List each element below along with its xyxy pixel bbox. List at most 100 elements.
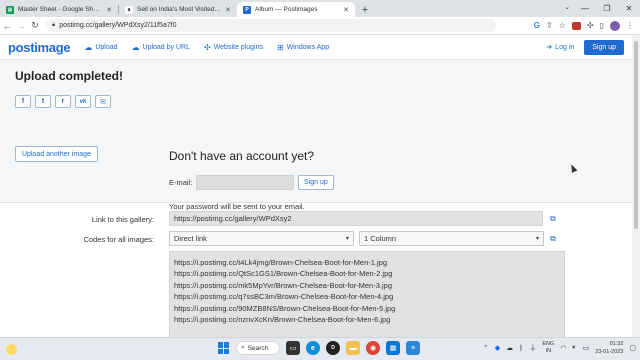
usb-icon[interactable]: ⏚ xyxy=(529,343,536,353)
tab-title: Album — Postimages xyxy=(255,6,318,13)
nav-upload[interactable]: ☁ Upload xyxy=(84,43,117,52)
dropbox-icon[interactable]: ◆ xyxy=(495,344,500,352)
columns-select[interactable]: 1 Column ▾ xyxy=(359,231,544,246)
new-tab-button[interactable]: + xyxy=(357,2,373,17)
windows-icon: ⊞ xyxy=(276,42,284,52)
nav-windows-app[interactable]: ⊞ Windows App xyxy=(277,43,329,52)
taskbar-search[interactable]: ⌕ Search xyxy=(236,341,280,355)
clock-time: 01:32 xyxy=(609,341,624,347)
system-clock[interactable]: 01:32 23-01-2023 xyxy=(595,340,623,356)
notification-icon[interactable]: ▢ xyxy=(629,344,636,352)
gallery-link-label: Link to this gallery: xyxy=(91,215,154,224)
google-lens-icon[interactable]: G xyxy=(534,21,540,30)
close-tab-icon[interactable]: ✕ xyxy=(225,6,231,14)
cloud-upload-icon: ☁ xyxy=(84,42,93,52)
code-line: https://i.postimg.cc/nznvXcKn/Brown-Chel… xyxy=(174,315,391,325)
login-link[interactable]: ➜ Log in xyxy=(546,43,574,52)
link-type-select[interactable]: Direct link ▾ xyxy=(169,231,354,246)
vk-icon[interactable]: vk xyxy=(75,95,91,108)
side-panel-icon[interactable]: ▯ xyxy=(600,21,604,30)
lock-icon[interactable]: 🔒︎ xyxy=(52,22,55,29)
upload-result-section: Upload completed! f t r vk ✉ Upload anot… xyxy=(0,60,632,211)
menu-dots-icon[interactable]: ⋮ xyxy=(626,21,634,30)
tab-title: Master Sheet - Google Sheets xyxy=(18,6,103,13)
edge-icon[interactable]: e xyxy=(306,341,320,355)
url-text: postimg.cc/gallery/WPdXsy2/11f5a7f0 xyxy=(59,22,177,29)
mail-icon[interactable]: ✉ xyxy=(95,95,111,108)
links-section: Link to this gallery: https://postimg.cc… xyxy=(0,203,632,337)
wifi-icon[interactable]: ◠ xyxy=(560,344,566,352)
notepad-icon[interactable]: ≡ xyxy=(406,341,420,355)
nav-label: Upload xyxy=(95,43,118,51)
scrollbar-thumb[interactable] xyxy=(634,41,638,229)
profile-avatar[interactable] xyxy=(610,20,620,31)
email-label: E-mail: xyxy=(169,178,193,187)
copy-icon[interactable]: ⧉ xyxy=(550,234,559,243)
chrome-icon[interactable]: ◉ xyxy=(366,341,380,355)
tab-title: Sell on India's Most Visited Shopp xyxy=(137,6,221,13)
back-icon[interactable]: ← xyxy=(0,21,14,31)
share-icon[interactable]: ⇪ xyxy=(546,21,553,30)
file-explorer-icon[interactable]: ▬ xyxy=(346,341,360,355)
share-buttons: f t r vk ✉ xyxy=(15,95,111,108)
facebook-icon[interactable]: f xyxy=(15,95,31,108)
codes-textarea[interactable]: https://i.postimg.cc/t4Lk4jmg/Brown-Chel… xyxy=(169,251,565,337)
onedrive-icon[interactable]: ☁ xyxy=(506,344,513,352)
start-button[interactable] xyxy=(218,342,230,354)
twitter-icon[interactable]: t xyxy=(35,95,51,108)
taskbar-apps: ⌕ Search ▭ e D ▬ ◉ ▦ ≡ xyxy=(218,341,420,355)
maximize-icon[interactable]: ❐ xyxy=(596,0,618,17)
tab-postimages[interactable]: P Album — Postimages ✕ xyxy=(237,2,355,17)
minimize-icon[interactable]: — xyxy=(574,0,596,17)
site-header: postimage ☁ Upload ☁ Upload by URL ✣ Web… xyxy=(0,35,632,60)
reddit-icon[interactable]: r xyxy=(55,95,71,108)
battery-icon[interactable]: ▭ xyxy=(583,344,590,352)
postimage-logo[interactable]: postimage xyxy=(8,40,71,55)
upload-another-button[interactable]: Upload another image xyxy=(15,146,98,162)
clock-date: 23-01-2023 xyxy=(595,349,624,355)
nav-label: Website plugins xyxy=(213,43,263,51)
language-indicator[interactable]: ENG IN xyxy=(542,341,554,355)
forward-icon[interactable]: → xyxy=(14,21,28,31)
signup-submit-button[interactable]: Sign up xyxy=(298,175,334,190)
extensions-puzzle-icon[interactable]: ✣ xyxy=(587,21,594,30)
nav-upload-by-url[interactable]: ☁ Upload by URL xyxy=(132,43,190,52)
puzzle-icon: ✣ xyxy=(203,42,211,52)
search-label: Search xyxy=(247,344,269,352)
gallery-link-field[interactable]: https://postimg.cc/gallery/WPdXsy2 xyxy=(169,211,543,226)
dell-icon[interactable]: D xyxy=(326,341,340,355)
copy-icon[interactable]: ⧉ xyxy=(550,214,559,223)
nav-website-plugins[interactable]: ✣ Website plugins xyxy=(204,43,263,52)
extension-icon[interactable] xyxy=(571,21,581,30)
reload-icon[interactable]: ↻ xyxy=(28,20,42,31)
weather-widget[interactable] xyxy=(6,343,17,355)
bookmark-star-icon[interactable]: ☆ xyxy=(559,21,566,30)
email-field[interactable] xyxy=(196,175,294,190)
close-tab-icon[interactable]: ✕ xyxy=(106,6,112,14)
tab-amazon-seller[interactable]: a Sell on India's Most Visited Shopp ✕ xyxy=(119,2,237,17)
address-bar[interactable]: 🔒︎ postimg.cc/gallery/WPdXsy2/11f5a7f0 xyxy=(46,19,496,32)
account-heading: Don't have an account yet? xyxy=(169,149,315,163)
search-icon: ⌕ xyxy=(241,344,245,351)
close-window-icon[interactable]: ✕ xyxy=(618,0,640,17)
nav-label: Upload by URL xyxy=(142,43,190,51)
postimages-icon: P xyxy=(243,5,251,14)
task-view-icon[interactable]: ▭ xyxy=(286,341,300,355)
google-sheets-icon: ▦ xyxy=(6,5,14,14)
toolbar-actions: G ⇪ ☆ ✣ ▯ ⋮ xyxy=(534,20,640,31)
volume-icon[interactable]: 🔈︎ xyxy=(572,344,576,352)
bluetooth-icon[interactable]: ᛒ xyxy=(519,345,523,352)
browser-tab-strip: ▦ Master Sheet - Google Sheets ✕ a Sell … xyxy=(0,0,640,17)
weather-sun-icon xyxy=(6,343,17,355)
chevron-down-icon: ▾ xyxy=(345,236,349,242)
store-icon[interactable]: ▦ xyxy=(386,341,400,355)
close-tab-icon[interactable]: ✕ xyxy=(343,6,349,14)
tab-google-sheets[interactable]: ▦ Master Sheet - Google Sheets ✕ xyxy=(0,2,118,17)
signup-button[interactable]: Sign up xyxy=(584,39,624,55)
amazon-icon: a xyxy=(125,5,133,14)
page-scrollbar[interactable] xyxy=(632,35,640,337)
chevron-down-icon[interactable]: ⌄ xyxy=(564,3,570,11)
language-code: ENG xyxy=(542,341,555,347)
region-code: IN xyxy=(545,348,552,354)
chevron-up-icon[interactable]: ⌃ xyxy=(483,344,489,352)
